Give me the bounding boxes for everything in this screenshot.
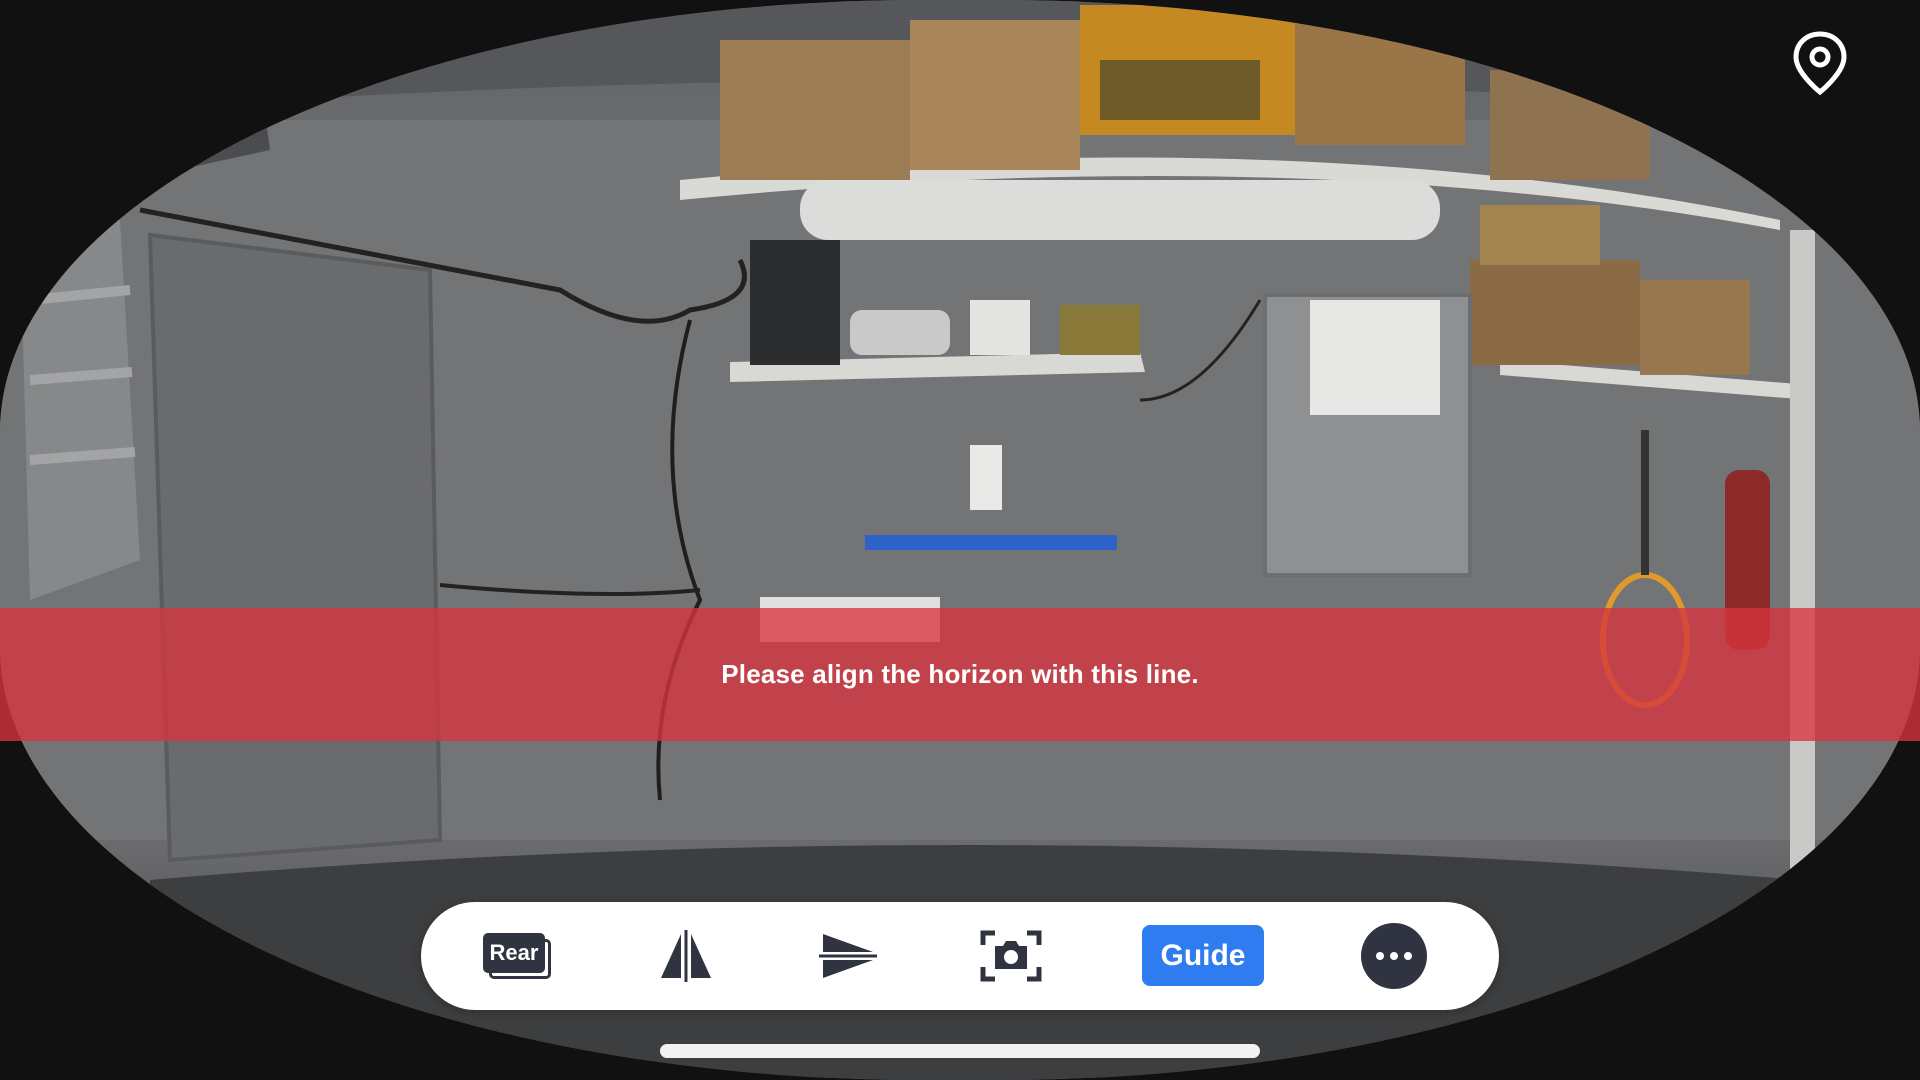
horizon-guide-message: Please align the horizon with this line. xyxy=(721,659,1199,689)
flip-vertical-icon xyxy=(819,934,877,978)
flip-vertical-button[interactable] xyxy=(813,902,883,1010)
home-indicator[interactable] xyxy=(660,1044,1260,1058)
snapshot-button[interactable] xyxy=(976,902,1046,1010)
rear-camera-icon: Rear xyxy=(483,933,551,979)
camera-icon xyxy=(980,930,1042,982)
camera-toolbar: Rear Guide xyxy=(421,902,1499,1010)
camera-screen: Please align the horizon with this line.… xyxy=(0,0,1920,1080)
more-icon xyxy=(1361,923,1427,989)
more-options-button[interactable] xyxy=(1359,902,1429,1010)
guide-button[interactable]: Guide xyxy=(1142,925,1264,986)
mirror-icon xyxy=(661,930,711,982)
horizon-guide-band: Please align the horizon with this line. xyxy=(0,608,1920,741)
location-pin-icon[interactable] xyxy=(1790,30,1850,96)
rear-camera-button[interactable]: Rear xyxy=(481,902,553,1010)
rear-label: Rear xyxy=(483,933,545,973)
mirror-button[interactable] xyxy=(651,902,721,1010)
